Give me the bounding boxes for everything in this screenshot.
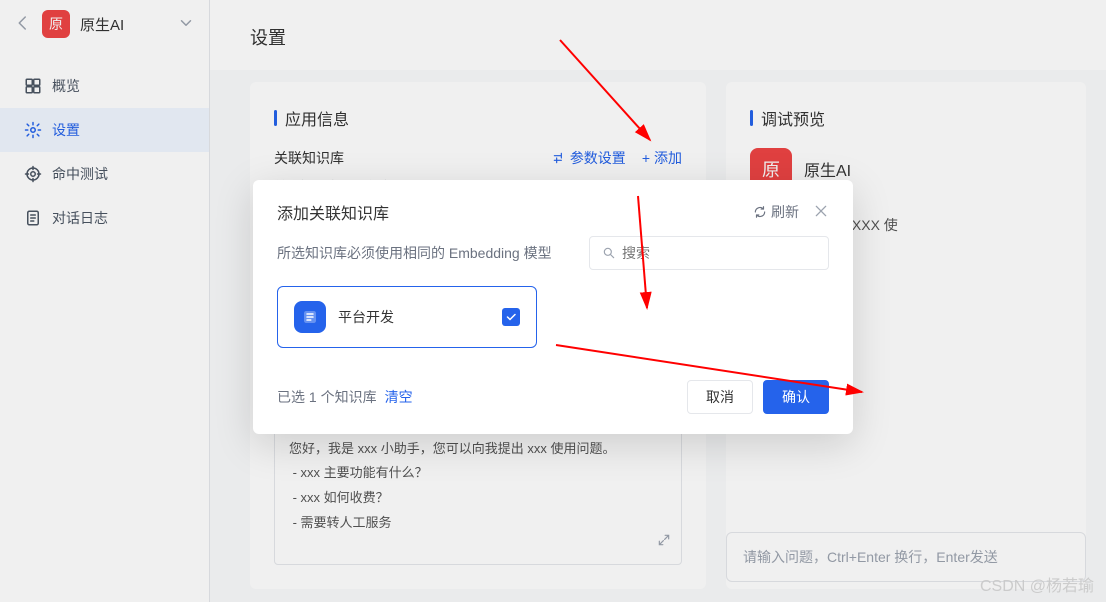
modal-note: 所选知识库必须使用相同的 Embedding 模型 [277, 243, 573, 263]
search-icon [602, 246, 616, 260]
refresh-label: 刷新 [771, 202, 799, 222]
kb-name: 平台开发 [338, 307, 490, 327]
modal-header: 添加关联知识库 刷新 [253, 180, 853, 232]
add-kb-modal: 添加关联知识库 刷新 所选知识库必须使用相同的 Embedding 模型 [253, 180, 853, 434]
kb-checkbox[interactable] [502, 308, 520, 326]
kb-icon [294, 301, 326, 333]
modal-title: 添加关联知识库 [277, 200, 389, 224]
modal-body: 所选知识库必须使用相同的 Embedding 模型 平台开发 [253, 232, 853, 364]
cancel-button[interactable]: 取消 [687, 380, 753, 414]
modal-footer: 已选 1 个知识库 清空 取消 确认 [253, 364, 853, 434]
watermark: CSDN @杨若瑜 [980, 572, 1094, 596]
refresh-button[interactable]: 刷新 [753, 202, 799, 222]
kb-item[interactable]: 平台开发 [277, 286, 537, 348]
close-icon[interactable] [813, 203, 829, 222]
confirm-button[interactable]: 确认 [763, 380, 829, 414]
modal-overlay: 添加关联知识库 刷新 所选知识库必须使用相同的 Embedding 模型 [0, 0, 1106, 602]
search-input-wrapper[interactable] [589, 236, 829, 270]
selected-count: 已选 1 个知识库 [277, 387, 377, 407]
search-input[interactable] [622, 245, 816, 261]
clear-link[interactable]: 清空 [385, 387, 413, 407]
